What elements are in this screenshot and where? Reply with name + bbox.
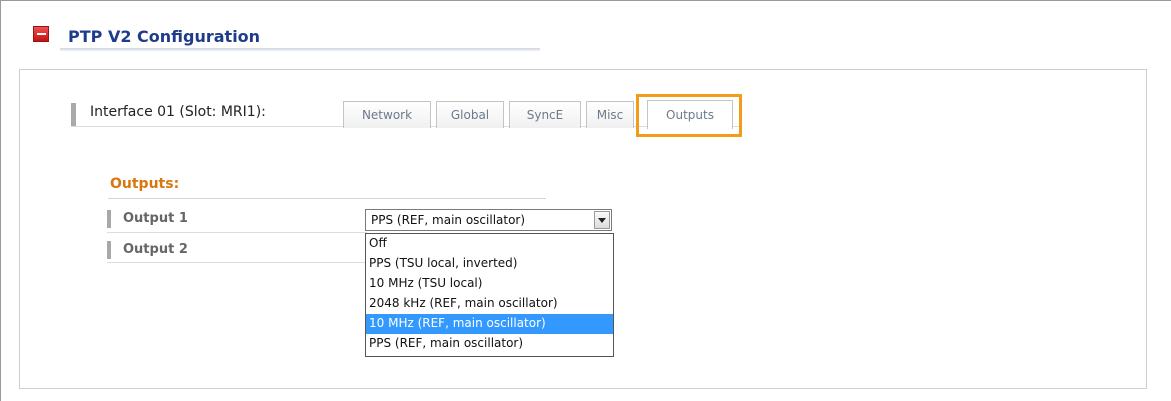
window-top-border (0, 0, 1171, 1)
tab-outputs[interactable]: Outputs (647, 100, 733, 129)
outputs-heading: Outputs: (110, 176, 180, 192)
window-left-border (0, 0, 1, 401)
minus-icon (36, 33, 46, 35)
dropdown-option-2048khz-ref[interactable]: 2048 kHz (REF, main oscillator) (366, 294, 613, 314)
section-title-underline (60, 48, 540, 51)
dropdown-option-pps-tsu-inverted[interactable]: PPS (TSU local, inverted) (366, 254, 613, 274)
output-1-select[interactable]: PPS (REF, main oscillator) (365, 209, 612, 231)
outputs-heading-divider (108, 198, 546, 199)
output-1-marker (107, 210, 111, 228)
tab-global[interactable]: Global (436, 101, 504, 128)
dropdown-option-pps-ref[interactable]: PPS (REF, main oscillator) (366, 334, 613, 354)
interface-label: Interface 01 (Slot: MRI1): (90, 104, 266, 120)
interface-marker (71, 103, 76, 126)
output-2-divider (107, 262, 367, 263)
tab-network[interactable]: Network (343, 101, 431, 128)
output-1-select-value: PPS (REF, main oscillator) (371, 213, 526, 227)
output-1-dropdown-list[interactable]: Off PPS (TSU local, inverted) 10 MHz (TS… (365, 233, 614, 357)
chevron-down-icon[interactable] (594, 211, 610, 229)
output-1-divider (107, 232, 367, 233)
dropdown-option-10mhz-ref[interactable]: 10 MHz (REF, main oscillator) (366, 314, 613, 334)
dropdown-option-off[interactable]: Off (366, 234, 613, 254)
output-1-label: Output 1 (123, 211, 188, 226)
output-2-marker (107, 241, 111, 259)
output-2-label: Output 2 (123, 242, 188, 257)
collapse-section-icon[interactable] (33, 26, 49, 42)
tab-misc[interactable]: Misc (586, 101, 634, 128)
tab-synce[interactable]: SyncE (509, 101, 581, 128)
section-title: PTP V2 Configuration (68, 27, 261, 46)
dropdown-option-10mhz-tsu-local[interactable]: 10 MHz (TSU local) (366, 274, 613, 294)
